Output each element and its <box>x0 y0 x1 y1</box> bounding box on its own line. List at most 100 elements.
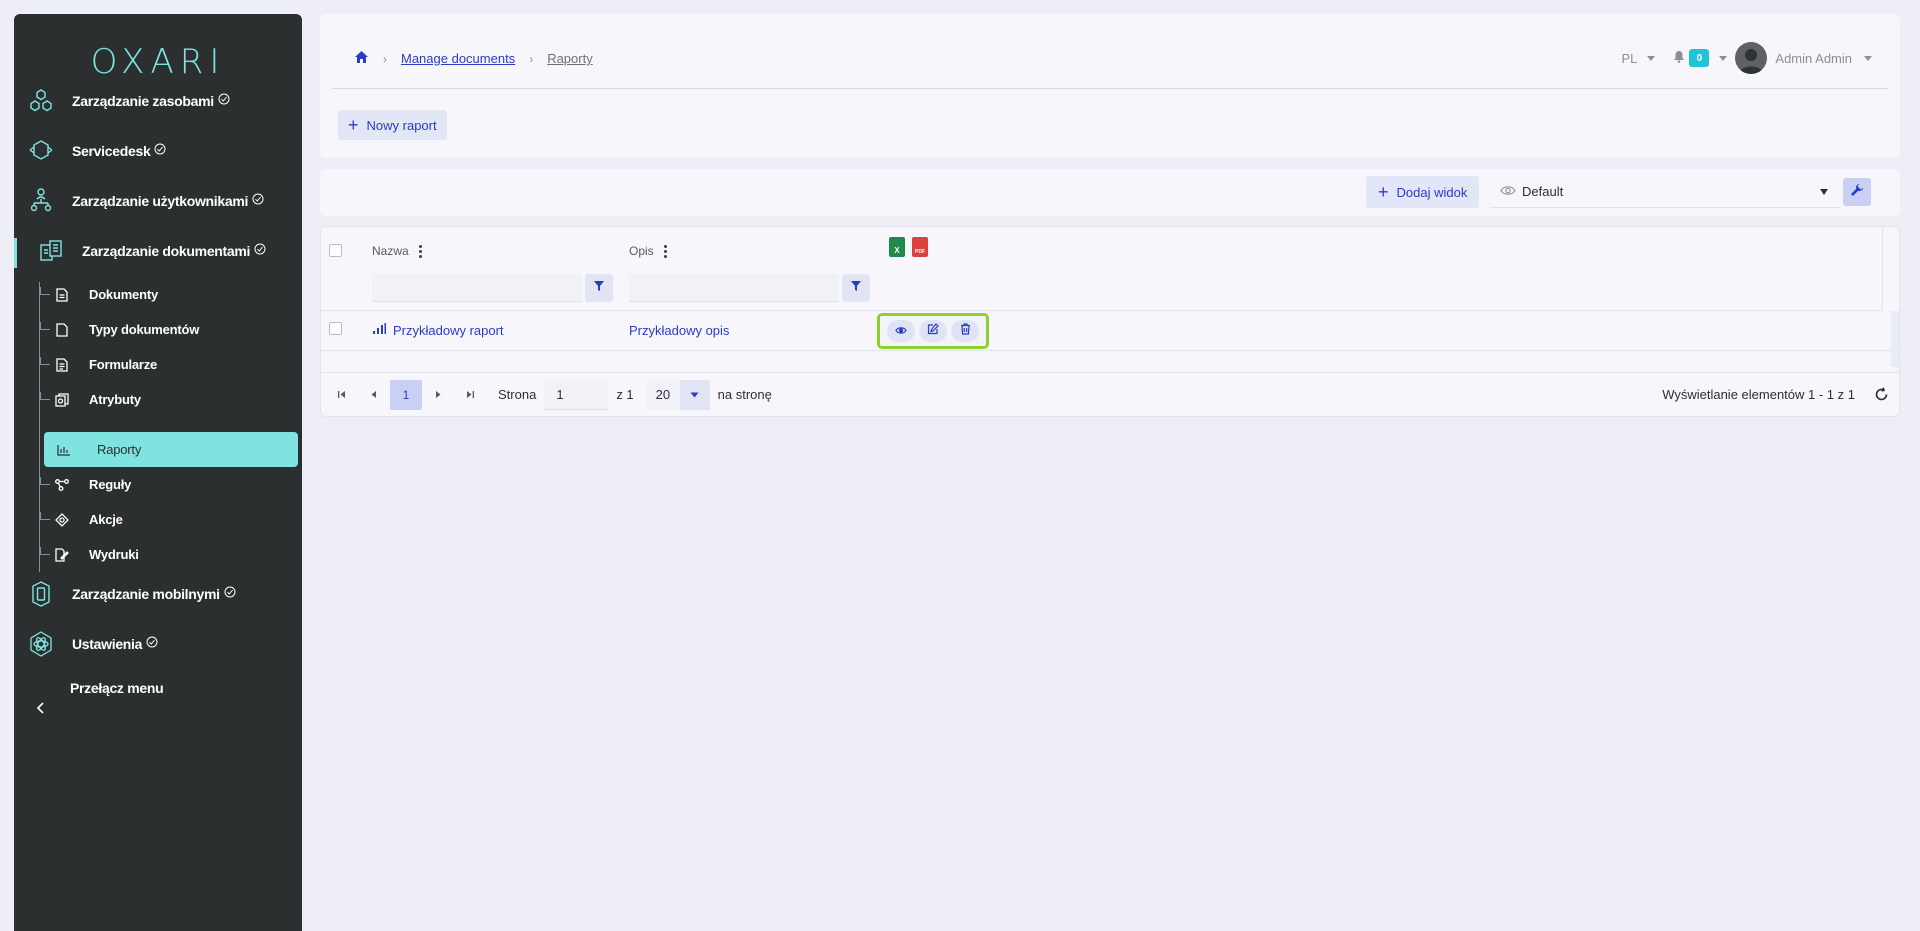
sidebar-subitem-label: Wydruki <box>89 547 139 562</box>
edit-icon <box>927 322 939 340</box>
check-circle-icon <box>224 585 236 603</box>
sidebar-subitem-forms[interactable]: Formularze <box>40 347 302 382</box>
mobile-icon <box>26 579 56 609</box>
language-selector[interactable]: PL <box>1622 51 1638 66</box>
page-input[interactable]: 1 <box>544 379 609 410</box>
view-select[interactable]: Default <box>1490 176 1840 208</box>
report-name-link[interactable]: Przykładowy raport <box>372 323 504 338</box>
plus-icon: + <box>1378 182 1389 202</box>
notification-badge[interactable]: 0 <box>1689 49 1710 67</box>
last-page-icon[interactable] <box>454 380 486 410</box>
next-page-icon[interactable] <box>422 380 454 410</box>
report-name: Przykładowy raport <box>393 323 504 338</box>
chevron-left-icon <box>26 675 56 715</box>
document-icon <box>54 287 70 303</box>
chevron-down-icon[interactable] <box>1719 55 1728 61</box>
report-icon <box>56 442 72 458</box>
sidebar-item-label: Zarządzanie dokumentami <box>82 243 251 259</box>
chevron-down-icon[interactable] <box>679 379 710 410</box>
check-circle-icon <box>218 92 230 110</box>
pdf-export-icon[interactable]: PDF <box>912 237 928 257</box>
description-filter-input[interactable] <box>629 274 839 302</box>
check-circle-icon <box>146 635 158 653</box>
table-row[interactable]: Przykładowy raport Przykładowy opis <box>321 311 1901 351</box>
page-number-button[interactable]: 1 <box>390 379 422 410</box>
select-all-checkbox[interactable] <box>329 244 342 257</box>
sidebar-subitem-label: Akcje <box>89 512 123 527</box>
page-of-label: z 1 <box>616 387 634 402</box>
sidebar-subitem-label: Typy dokumentów <box>89 322 200 337</box>
excel-export-icon[interactable]: X <box>889 237 905 257</box>
header-card: › Manage documents › Raporty PL 0 Admin … <box>320 14 1900 158</box>
sidebar-subitem-documents[interactable]: Dokumenty <box>40 277 302 312</box>
home-icon[interactable] <box>354 50 369 67</box>
toggle-menu-label: Przełącz menu <box>70 680 164 696</box>
add-view-label: Dodaj widok <box>1396 184 1468 200</box>
page-size-select[interactable]: 20 <box>645 379 710 410</box>
name-filter-button[interactable] <box>585 274 613 302</box>
description-filter-button[interactable] <box>842 274 870 302</box>
avatar[interactable] <box>1735 42 1768 74</box>
name-filter-input[interactable] <box>372 274 582 302</box>
column-menu-icon[interactable] <box>418 244 422 258</box>
sidebar-subitem-label: Reguły <box>89 477 132 492</box>
sidebar-subitem-prints[interactable]: Wydruki <box>40 537 302 572</box>
page-size-value: 20 <box>655 387 671 402</box>
edit-button[interactable] <box>919 320 947 342</box>
sidebar-item-label: Zarządzanie mobilnymi <box>72 586 220 602</box>
delete-button[interactable] <box>951 320 979 342</box>
users-tree-icon <box>26 186 56 216</box>
column-header-label: Opis <box>629 244 654 258</box>
sidebar-subitem-label: Formularze <box>89 357 158 372</box>
breadcrumb-manage-documents[interactable]: Manage documents <box>401 51 515 66</box>
bell-icon[interactable] <box>1673 50 1685 66</box>
chevron-down-icon[interactable] <box>1647 55 1656 61</box>
row-checkbox[interactable] <box>329 322 342 335</box>
sidebar-subitem-label: Atrybuty <box>89 392 141 407</box>
sidebar-item-mobile-management[interactable]: Zarządzanie mobilnymi <box>14 569 302 619</box>
sidebar-subitem-rules[interactable]: Reguły <box>40 467 302 502</box>
first-page-icon[interactable] <box>326 380 358 410</box>
sidebar-item-settings[interactable]: Ustawienia <box>14 619 302 669</box>
sidebar: OXARI Zarządzanie zasobami Servicedesk Z… <box>14 14 302 931</box>
breadcrumb-current[interactable]: Raporty <box>547 51 593 66</box>
documents-icon <box>36 236 66 266</box>
chevron-down-icon[interactable] <box>1864 55 1872 61</box>
check-circle-icon <box>254 242 266 260</box>
settings-atom-icon <box>26 629 56 659</box>
column-header-label: Nazwa <box>372 244 409 258</box>
hexagons-icon <box>26 86 56 116</box>
user-name[interactable]: Admin Admin <box>1775 51 1852 66</box>
previous-page-icon[interactable] <box>358 380 390 410</box>
sidebar-item-asset-management[interactable]: Zarządzanie zasobami <box>14 76 302 126</box>
wrench-button[interactable] <box>1843 178 1871 206</box>
report-icon <box>372 323 386 338</box>
sidebar-item-user-management[interactable]: Zarządzanie użytkownikami <box>14 176 302 226</box>
sidebar-item-servicedesk[interactable]: Servicedesk <box>14 126 302 176</box>
sidebar-item-document-management[interactable]: Zarządzanie dokumentami <box>14 226 302 276</box>
servicedesk-icon <box>26 136 56 166</box>
check-circle-icon <box>154 142 166 160</box>
divider <box>332 88 1888 89</box>
refresh-icon[interactable] <box>1871 385 1891 405</box>
breadcrumb: › Manage documents › Raporty <box>354 50 593 67</box>
column-header-name[interactable]: Nazwa <box>372 244 422 258</box>
sidebar-subitem-actions[interactable]: Akcje <box>40 502 302 537</box>
chevron-right-icon: › <box>383 51 387 66</box>
add-view-button[interactable]: + Dodaj widok <box>1366 176 1480 208</box>
toggle-menu-button[interactable]: Przełącz menu <box>14 670 302 720</box>
actions-icon <box>54 512 70 528</box>
report-description[interactable]: Przykładowy opis <box>629 323 729 338</box>
plus-icon: + <box>348 115 359 135</box>
sidebar-subitem-reports[interactable]: Raporty <box>44 432 298 467</box>
pagination-info: Wyświetlanie elementów 1 - 1 z 1 <box>1662 387 1855 402</box>
sidebar-subitem-attributes[interactable]: Atrybuty <box>40 382 302 417</box>
filter-icon <box>850 279 862 297</box>
new-report-button[interactable]: + Nowy raport <box>338 110 447 140</box>
column-menu-icon[interactable] <box>663 244 667 258</box>
column-header-description[interactable]: Opis <box>629 244 667 258</box>
sidebar-item-label: Zarządzanie zasobami <box>72 93 214 109</box>
view-button[interactable] <box>887 320 915 342</box>
print-icon <box>54 547 70 563</box>
sidebar-subitem-document-types[interactable]: Typy dokumentów <box>40 312 302 347</box>
